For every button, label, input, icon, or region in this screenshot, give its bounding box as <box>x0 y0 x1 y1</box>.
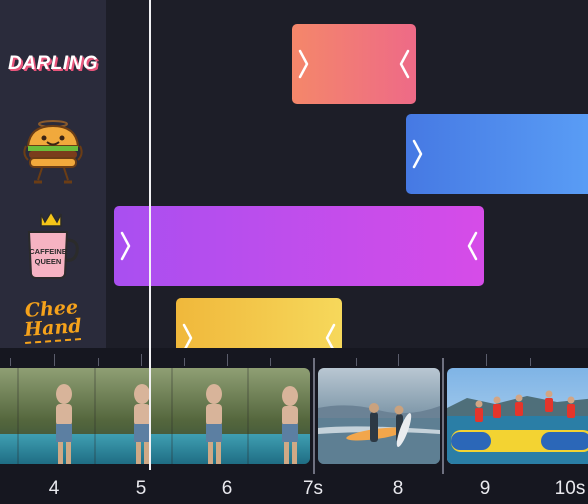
playhead[interactable] <box>149 0 151 470</box>
ruler-tick <box>270 358 271 366</box>
trim-handle-left[interactable] <box>292 24 314 104</box>
sticker-darling[interactable]: DARLING <box>0 44 106 84</box>
time-label: 6 <box>221 478 233 499</box>
trim-handle-right[interactable] <box>394 24 416 104</box>
ruler-tick <box>184 358 185 366</box>
ruler-tick <box>227 354 228 366</box>
ruler-tick <box>530 358 531 366</box>
caffeine-queen-mug-icon: CAFFEINE QUEEN <box>27 210 79 279</box>
time-label: 9 <box>479 478 491 499</box>
trim-handle-left[interactable] <box>406 114 428 194</box>
time-label: 4 <box>48 478 60 499</box>
timeline-ruler-top <box>0 348 588 366</box>
clip-divider[interactable] <box>442 358 444 474</box>
burger-icon <box>23 120 83 184</box>
sticker-caffeine-queen[interactable]: CAFFEINE QUEEN <box>0 210 106 280</box>
clip-divider[interactable] <box>313 358 315 474</box>
time-label: 7s <box>302 478 324 499</box>
sticker-chee-text: Chee Hand <box>23 300 84 348</box>
ruler-tick <box>141 354 142 366</box>
mug-text-line-2: QUEEN <box>35 257 62 266</box>
ruler-tick <box>398 354 399 366</box>
chevron-right-icon <box>412 139 423 169</box>
clip-darling[interactable] <box>292 24 416 104</box>
sticker-chee-hand[interactable]: Chee Hand <box>0 300 106 348</box>
ruler-tick <box>98 358 99 366</box>
chevron-left-icon <box>399 49 410 79</box>
trim-handle-right[interactable] <box>462 206 484 286</box>
sticker-burger[interactable] <box>0 116 106 186</box>
ruler-tick <box>54 354 55 366</box>
mug-text-line-1: CAFFEINE <box>29 247 67 256</box>
clip-caffeine-queen[interactable] <box>114 206 484 286</box>
ruler-tick <box>10 358 11 366</box>
video-clip-pool-dance[interactable] <box>0 368 310 464</box>
video-clip-water-park[interactable] <box>447 368 588 464</box>
time-label: 8 <box>392 478 404 499</box>
sticker-sidebar: DARLING CAFFEINE QUEEN Chee Hand <box>0 0 106 348</box>
video-track: 4 5 6 7s 8 9 10s <box>0 348 588 504</box>
time-label: 5 <box>135 478 147 499</box>
trim-handle-left[interactable] <box>114 206 136 286</box>
video-thumbnail-beach-surfers <box>318 368 440 464</box>
sticker-tracks: DARLING CAFFEINE QUEEN Chee Hand <box>0 0 588 358</box>
chevron-right-icon <box>120 231 131 261</box>
chevron-left-icon <box>467 231 478 261</box>
chevron-right-icon <box>298 49 309 79</box>
time-label: 10s <box>554 478 586 499</box>
clip-burger[interactable] <box>406 114 588 194</box>
sticker-darling-text: DARLING <box>7 53 99 74</box>
video-clip-beach-surfers[interactable] <box>318 368 440 464</box>
ruler-tick <box>356 358 357 366</box>
video-editor: DARLING CAFFEINE QUEEN Chee Hand 4 5 6 7… <box>0 0 588 504</box>
video-thumbnail-pool-dance <box>0 368 310 464</box>
chee-line-2: Hand <box>23 315 83 341</box>
video-thumbnail-water-park <box>447 368 588 464</box>
ruler-tick <box>486 354 487 366</box>
